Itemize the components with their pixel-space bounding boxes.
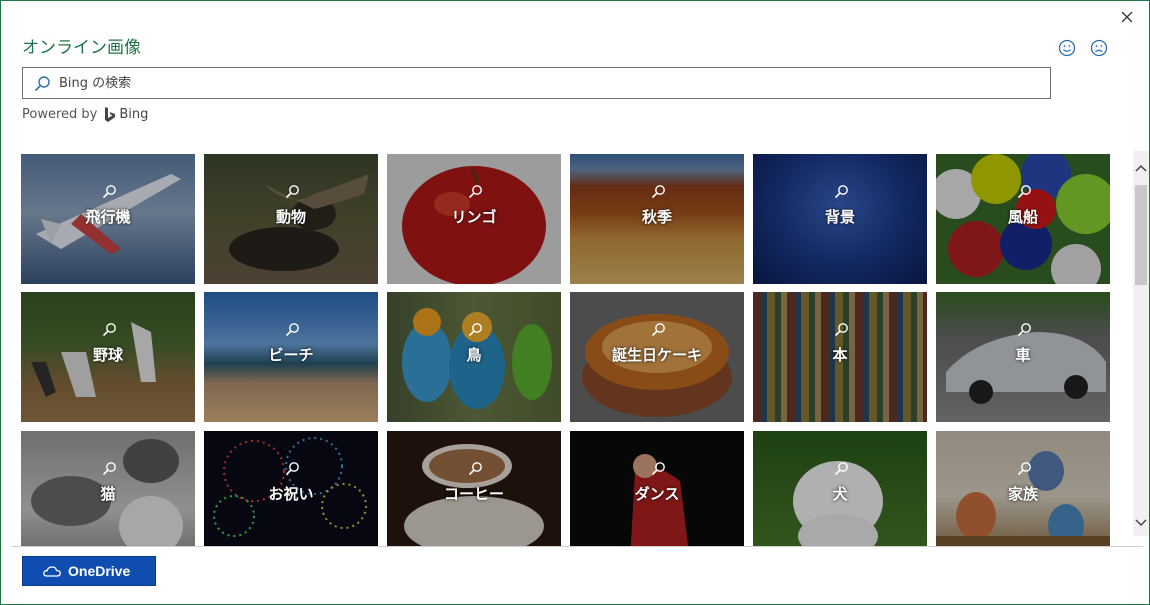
category-label: お祝い bbox=[268, 485, 314, 503]
search-icon bbox=[1017, 323, 1031, 337]
category-tile-background[interactable]: 背景 bbox=[753, 154, 927, 284]
category-tile-dog[interactable]: 犬 bbox=[753, 431, 927, 546]
footer-divider bbox=[11, 546, 1143, 547]
category-grid: 飛行機 動物 リンゴ 秋季 背景 風船 野球 ビーチ 鳥 誕生日ケーキ 本 車 … bbox=[21, 154, 1131, 546]
category-tile-beach[interactable]: ビーチ bbox=[204, 292, 378, 422]
category-label: 猫 bbox=[100, 485, 116, 503]
onedrive-label: OneDrive bbox=[68, 563, 131, 579]
category-label: リンゴ bbox=[451, 208, 497, 226]
category-tile-apple[interactable]: リンゴ bbox=[387, 154, 561, 284]
category-tile-animal[interactable]: 動物 bbox=[204, 154, 378, 284]
search-icon bbox=[285, 185, 299, 199]
category-tile-birthday-cake[interactable]: 誕生日ケーキ bbox=[570, 292, 744, 422]
category-label: 誕生日ケーキ bbox=[611, 346, 702, 364]
category-tile-bird[interactable]: 鳥 bbox=[387, 292, 561, 422]
category-tile-baseball[interactable]: 野球 bbox=[21, 292, 195, 422]
category-label: 本 bbox=[832, 346, 848, 364]
chevron-up-icon[interactable] bbox=[1133, 161, 1149, 177]
bing-search-box[interactable] bbox=[22, 67, 1051, 99]
bing-brand-text: Bing bbox=[119, 106, 149, 122]
search-icon bbox=[834, 462, 848, 476]
category-tile-coffee[interactable]: コーヒー bbox=[387, 431, 561, 546]
category-label: 秋季 bbox=[641, 208, 672, 226]
search-icon bbox=[34, 76, 50, 92]
category-tile-airplane[interactable]: 飛行機 bbox=[21, 154, 195, 284]
category-tile-family[interactable]: 家族 bbox=[936, 431, 1110, 546]
category-label: ダンス bbox=[634, 485, 680, 503]
category-label: 風船 bbox=[1007, 208, 1038, 226]
category-label: 車 bbox=[1015, 346, 1031, 364]
smile-icon[interactable] bbox=[1057, 38, 1077, 58]
category-label: 背景 bbox=[824, 208, 855, 226]
search-icon bbox=[651, 323, 665, 337]
scrollbar-thumb[interactable] bbox=[1135, 185, 1147, 285]
search-icon bbox=[285, 323, 299, 337]
category-tile-car[interactable]: 車 bbox=[936, 292, 1110, 422]
search-icon bbox=[834, 323, 848, 337]
powered-by-bing: Powered by Bing bbox=[22, 105, 148, 123]
chevron-down-icon[interactable] bbox=[1133, 514, 1149, 530]
dialog-title: オンライン画像 bbox=[22, 38, 141, 58]
category-label: 家族 bbox=[1007, 485, 1038, 503]
search-icon bbox=[834, 185, 848, 199]
search-icon bbox=[468, 462, 482, 476]
category-label: 動物 bbox=[275, 208, 306, 226]
category-tile-cat[interactable]: 猫 bbox=[21, 431, 195, 546]
vertical-scrollbar[interactable] bbox=[1133, 151, 1149, 536]
onedrive-button[interactable]: OneDrive bbox=[22, 556, 156, 586]
cloud-icon bbox=[43, 566, 61, 577]
search-icon bbox=[102, 185, 116, 199]
powered-by-text: Powered by bbox=[22, 106, 98, 122]
category-tile-dance[interactable]: ダンス bbox=[570, 431, 744, 546]
category-tile-book[interactable]: 本 bbox=[753, 292, 927, 422]
close-icon[interactable] bbox=[1117, 7, 1137, 27]
bing-logo-icon bbox=[105, 106, 116, 122]
search-icon bbox=[651, 185, 665, 199]
search-icon bbox=[285, 462, 299, 476]
category-label: 野球 bbox=[92, 346, 123, 364]
search-icon bbox=[1017, 462, 1031, 476]
search-icon bbox=[651, 462, 665, 476]
category-label: 犬 bbox=[832, 485, 848, 503]
category-tile-balloons[interactable]: 風船 bbox=[936, 154, 1110, 284]
search-icon bbox=[1017, 185, 1031, 199]
category-tile-autumn[interactable]: 秋季 bbox=[570, 154, 744, 284]
search-icon bbox=[468, 185, 482, 199]
category-label: 飛行機 bbox=[85, 208, 131, 226]
search-icon bbox=[102, 323, 116, 337]
search-icon bbox=[102, 462, 116, 476]
online-pictures-dialog: オンライン画像 Powered by Bing bbox=[0, 0, 1150, 605]
category-label: ビーチ bbox=[268, 346, 314, 364]
category-tile-celebration[interactable]: お祝い bbox=[204, 431, 378, 546]
frown-icon[interactable] bbox=[1089, 38, 1109, 58]
category-label: 鳥 bbox=[466, 346, 482, 364]
category-label: コーヒー bbox=[443, 485, 504, 503]
search-icon bbox=[468, 323, 482, 337]
search-input[interactable] bbox=[59, 71, 1039, 95]
